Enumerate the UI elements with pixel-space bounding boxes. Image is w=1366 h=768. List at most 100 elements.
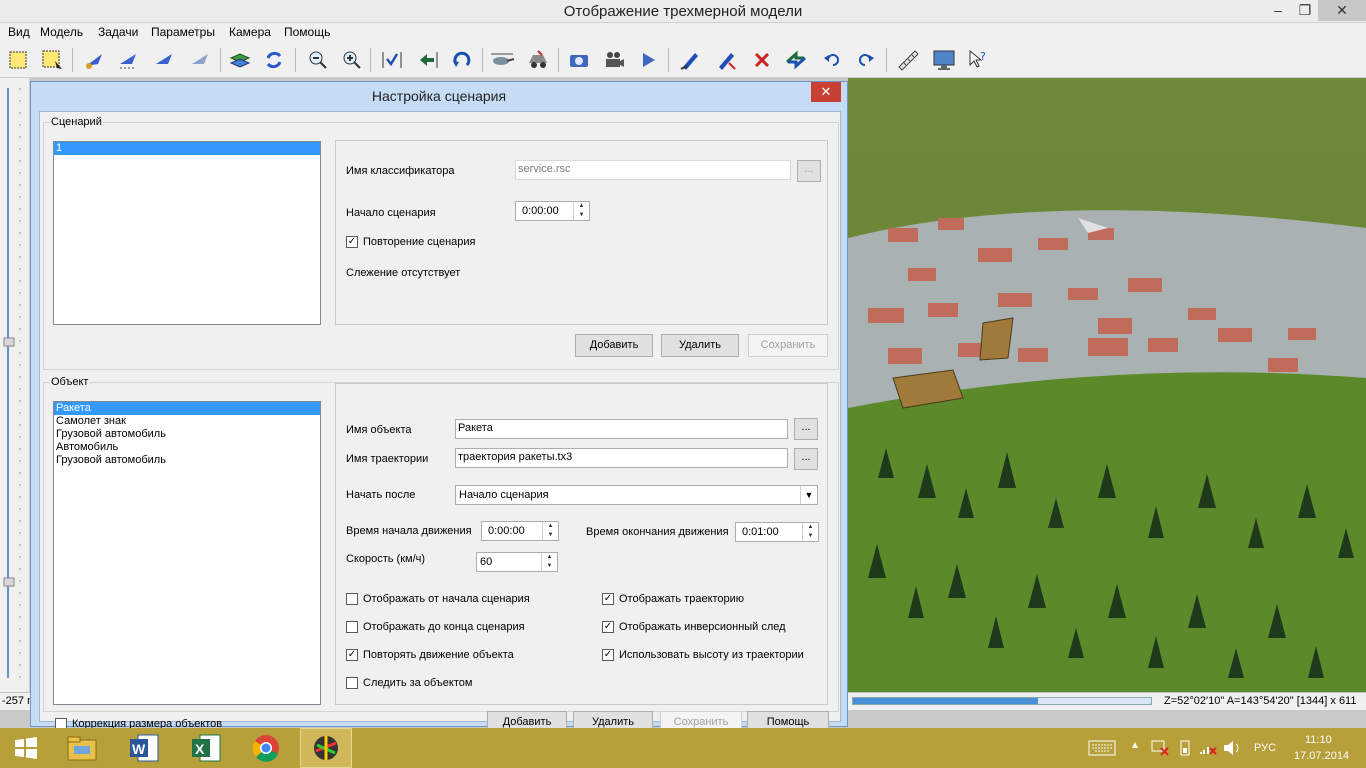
list-item[interactable]: Автомобиль: [54, 441, 320, 454]
plane-icon[interactable]: [150, 46, 178, 74]
spin-down-icon[interactable]: ▼: [542, 562, 557, 571]
menu-camera[interactable]: Камера: [229, 25, 271, 39]
show-from-start-checkbox[interactable]: Отображать от начала сценария: [346, 593, 530, 605]
checkbox-box[interactable]: ✓: [346, 236, 358, 248]
list-item[interactable]: 1: [54, 142, 320, 155]
checkbox-box[interactable]: ✓: [602, 649, 614, 661]
menu-view[interactable]: Вид: [8, 25, 30, 39]
show-until-end-checkbox[interactable]: Отображать до конца сценария: [346, 621, 525, 633]
battery-icon[interactable]: [1178, 739, 1192, 760]
repeat-scenario-checkbox[interactable]: ✓ Повторение сценария: [346, 236, 476, 248]
play-icon[interactable]: [634, 46, 662, 74]
use-trajectory-height-checkbox[interactable]: ✓ Использовать высоту из траектории: [602, 649, 804, 661]
word-icon[interactable]: W: [118, 728, 170, 768]
move-start-spinner[interactable]: 0:00:00 ▲ ▼: [481, 521, 559, 541]
move-end-spinner[interactable]: 0:01:00 ▲ ▼: [735, 522, 819, 542]
classifier-field[interactable]: service.rsc: [515, 160, 791, 180]
menu-model[interactable]: Модель: [40, 25, 83, 39]
terrain-3d-view[interactable]: [848, 78, 1366, 692]
plane-icon[interactable]: [186, 46, 214, 74]
arrow-left-icon[interactable]: [414, 46, 442, 74]
exchange-icon[interactable]: [782, 46, 810, 74]
close-button[interactable]: ✕: [1318, 0, 1366, 21]
scenario-list[interactable]: 1: [53, 141, 321, 325]
checkbox-box[interactable]: [346, 593, 358, 605]
minimize-button[interactable]: –: [1263, 0, 1293, 21]
spin-down-icon[interactable]: ▼: [543, 531, 558, 540]
ruler-icon[interactable]: [894, 46, 922, 74]
monitor-icon[interactable]: [930, 46, 958, 74]
menu-help[interactable]: Помощь: [284, 25, 330, 39]
checkbox-box[interactable]: [346, 621, 358, 633]
chrome-icon[interactable]: [240, 728, 292, 768]
spin-up-icon[interactable]: ▲: [574, 202, 589, 211]
volume-icon[interactable]: [1222, 739, 1242, 760]
trajectory-browse-button[interactable]: ...: [794, 448, 818, 470]
select-icon[interactable]: [4, 46, 32, 74]
vehicle-icon[interactable]: [524, 46, 552, 74]
menu-tasks[interactable]: Задачи: [98, 25, 138, 39]
scenario-delete-button[interactable]: Удалить: [661, 334, 739, 357]
object-name-field[interactable]: Ракета: [455, 419, 788, 439]
show-trajectory-checkbox[interactable]: ✓ Отображать траекторию: [602, 593, 744, 605]
keyboard-icon[interactable]: [1088, 740, 1116, 759]
select-area-icon[interactable]: [38, 46, 66, 74]
speed-spinner[interactable]: 60 ▲ ▼: [476, 552, 558, 572]
scenario-start-spinner[interactable]: 0:00:00 ▲ ▼: [515, 201, 590, 221]
plane-icon[interactable]: [114, 46, 142, 74]
checkbox-box[interactable]: ✓: [602, 593, 614, 605]
timeline-slider[interactable]: [852, 697, 1152, 705]
windows-start-icon[interactable]: [0, 728, 52, 768]
camera-icon[interactable]: [565, 46, 593, 74]
file-explorer-icon[interactable]: [56, 728, 108, 768]
redo-icon[interactable]: [852, 46, 880, 74]
repeat-movement-checkbox[interactable]: ✓ Повторять движение объекта: [346, 649, 514, 661]
list-item[interactable]: Ракета: [54, 402, 320, 415]
object-list[interactable]: Ракета Самолет знак Грузовой автомобиль …: [53, 401, 321, 705]
checkbox-box[interactable]: [346, 677, 358, 689]
checkbox-box[interactable]: ✓: [346, 649, 358, 661]
signal-icon[interactable]: [1198, 739, 1218, 760]
spin-down-icon[interactable]: ▼: [803, 532, 818, 541]
plane-icon[interactable]: [80, 46, 108, 74]
pen-icon[interactable]: [676, 46, 704, 74]
pen-icon[interactable]: [712, 46, 740, 74]
list-item[interactable]: Грузовой автомобиль: [54, 428, 320, 441]
clock-time[interactable]: 11:10: [1305, 734, 1332, 746]
spin-up-icon[interactable]: ▲: [543, 522, 558, 531]
layers-icon[interactable]: [226, 46, 254, 74]
list-item[interactable]: Грузовой автомобиль: [54, 454, 320, 467]
classifier-browse-button[interactable]: ...: [797, 160, 821, 182]
scenario-save-button[interactable]: Сохранить: [748, 334, 828, 357]
help-icon[interactable]: ?: [964, 46, 992, 74]
restore-button[interactable]: ❐: [1290, 0, 1320, 21]
zoom-in-icon[interactable]: [338, 46, 366, 74]
spin-down-icon[interactable]: ▼: [574, 211, 589, 220]
3d-model-app-icon[interactable]: [300, 728, 352, 768]
object-browse-button[interactable]: ...: [794, 418, 818, 440]
checkbox-box[interactable]: ✓: [602, 621, 614, 633]
delete-icon[interactable]: [748, 46, 776, 74]
dialog-close-button[interactable]: ✕: [811, 82, 841, 102]
excel-icon[interactable]: X: [180, 728, 232, 768]
trajectory-field[interactable]: траектория ракеты.tx3: [455, 448, 788, 468]
helicopter-icon[interactable]: [488, 46, 516, 74]
chevron-down-icon[interactable]: ▼: [800, 486, 817, 504]
clock-date[interactable]: 17.07.2014: [1294, 750, 1349, 762]
show-contrail-checkbox[interactable]: ✓ Отображать инверсионный след: [602, 621, 786, 633]
spin-up-icon[interactable]: ▲: [803, 523, 818, 532]
network-icon[interactable]: [1150, 739, 1170, 760]
scenario-add-button[interactable]: Добавить: [575, 334, 653, 357]
refresh-icon[interactable]: [260, 46, 288, 74]
language-indicator[interactable]: РУС: [1254, 742, 1276, 754]
rotate-icon[interactable]: [448, 46, 476, 74]
zoom-out-icon[interactable]: [304, 46, 332, 74]
check-icon[interactable]: [378, 46, 406, 74]
spin-up-icon[interactable]: ▲: [542, 553, 557, 562]
list-item[interactable]: Самолет знак: [54, 415, 320, 428]
start-after-select[interactable]: Начало сценария ▼: [455, 485, 818, 505]
follow-object-checkbox[interactable]: Следить за объектом: [346, 677, 472, 689]
menu-parameters[interactable]: Параметры: [151, 25, 215, 39]
undo-icon[interactable]: [818, 46, 846, 74]
tray-chevron-icon[interactable]: ▲: [1130, 740, 1140, 751]
